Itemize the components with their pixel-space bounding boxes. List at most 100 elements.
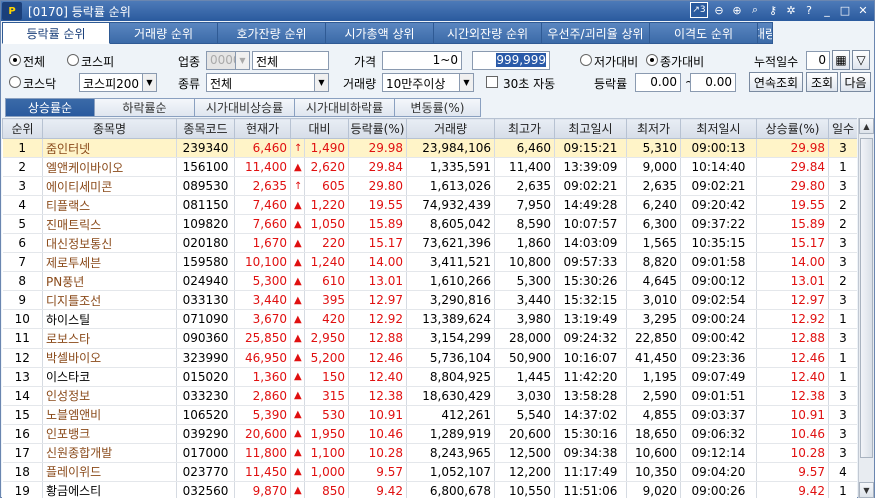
close-icon[interactable]: ✕ <box>856 2 870 18</box>
col-price[interactable]: 현재가 <box>234 118 291 139</box>
col-code[interactable]: 종목코드 <box>176 118 235 139</box>
table-row[interactable]: 15 노블엠앤비 106520 5,390 ▲ 530 10.91 412,261 5,540 1… <box>2 405 857 425</box>
col-volume[interactable]: 거래량 <box>406 118 495 139</box>
table-row[interactable]: 18 플레이위드 023770 11,450 ▲ 1,000 9.57 1,052,107 12… <box>2 462 857 482</box>
change-from-field[interactable]: 0.00 <box>635 73 681 92</box>
close-compare-radio[interactable] <box>646 54 658 66</box>
tab-preferred[interactable]: 우선주/괴리율 상위 <box>542 22 650 44</box>
table-row[interactable]: 5 진매트릭스 109820 7,660 ▲ 1,050 15.89 8,605,042 8,5… <box>2 214 857 235</box>
table-row[interactable]: 12 박셀바이오 323990 46,950 ▲ 5,200 12.46 5,736,104 5… <box>2 348 857 368</box>
help-icon[interactable]: ? <box>802 2 816 18</box>
continuous-query-button[interactable]: 연속조회 <box>749 72 803 92</box>
col-low-time[interactable]: 최저일시 <box>680 118 757 139</box>
tab-after-hours[interactable]: 시간외잔량 순위 <box>434 22 542 44</box>
market-kospi-radio[interactable] <box>67 54 79 66</box>
calendar-icon[interactable]: ▦ <box>832 50 850 70</box>
col-change[interactable]: 등락률(%) <box>348 118 407 139</box>
col-name[interactable]: 종목명 <box>42 118 177 139</box>
table-row[interactable]: 17 신원종합개발 017000 11,800 ▲ 1,100 10.28 8,243,965… <box>2 443 857 463</box>
tab-rise-rate[interactable]: 상승률순 <box>5 98 95 117</box>
tab-bulk[interactable]: 대량 <box>758 22 773 44</box>
volume-select[interactable]: 10만주이상 ▼ <box>382 73 474 92</box>
col-rank[interactable]: 순위 <box>2 118 43 139</box>
table-row[interactable]: 1 줌인터넷 239340 6,460 ↑ 1,490 29.98 23,984,106 6,4… <box>2 138 857 159</box>
col-diff[interactable]: 대비 <box>290 118 349 139</box>
col-low[interactable]: 최저가 <box>626 118 681 139</box>
table-cell: 1,289,919 <box>406 424 495 444</box>
snowflake-icon[interactable]: ✲ <box>784 2 798 18</box>
table-row[interactable]: 10 하이스틸 071090 3,670 ▲ 420 12.92 13,389,624 3,98… <box>2 309 857 330</box>
minimize-icon[interactable]: _ <box>820 2 834 18</box>
table-row[interactable]: 13 이스타코 015020 1,360 ▲ 150 12.40 8,804,925 1,445… <box>2 367 857 387</box>
market-kosdaq-radio[interactable] <box>9 76 21 88</box>
tab-fall-rate[interactable]: 하락률순 <box>95 98 195 117</box>
tab-volume[interactable]: 거래량 순위 <box>110 22 218 44</box>
table-cell: 1,613,026 <box>406 176 495 197</box>
table-row[interactable]: 11 로보스타 090360 25,850 ▲ 2,950 12.88 3,154,299 28… <box>2 328 857 349</box>
table-cell: 09:06:32 <box>680 424 757 444</box>
table-row[interactable]: 6 대신정보통신 020180 1,670 ▲ 220 15.17 73,621,396 1,8… <box>2 233 857 254</box>
tab-open-rise[interactable]: 시가대비상승률 <box>195 98 295 117</box>
table-cell: 14.00 <box>348 252 407 273</box>
table-row[interactable]: 4 티플랙스 081150 7,460 ▲ 1,220 19.55 74,932,439 7,9… <box>2 195 857 216</box>
scroll-thumb[interactable] <box>860 138 873 458</box>
change-to-field[interactable]: 0.00 <box>690 73 736 92</box>
col-high[interactable]: 최고가 <box>494 118 555 139</box>
col-high-time[interactable]: 최고일시 <box>554 118 627 139</box>
zoom-out-icon[interactable]: ⊖ <box>712 2 726 18</box>
col-days[interactable]: 일수 <box>828 118 857 139</box>
change-rate-label: 등락률 <box>594 77 628 91</box>
maximize-icon[interactable]: □ <box>838 2 852 18</box>
low-compare-radio[interactable] <box>580 54 592 66</box>
table-cell: 2 <box>828 214 857 235</box>
table-cell: 6,460 <box>234 138 291 159</box>
col-rise[interactable]: 상승률(%) <box>756 118 829 139</box>
scroll-up-icon[interactable]: ▲ <box>859 118 874 134</box>
magnify-icon[interactable]: ⌕ <box>748 2 762 18</box>
auto-refresh-checkbox[interactable] <box>486 76 498 88</box>
table-cell: 10,350 <box>626 462 681 482</box>
tab-volatility[interactable]: 변동률(%) <box>395 98 481 117</box>
table-row[interactable]: 7 제로투세븐 159580 10,100 ▲ 1,240 14.00 3,411,521 10… <box>2 252 857 273</box>
table-row[interactable]: 19 황금에스티 032560 9,870 ▲ 850 9.42 6,800,678 10,55… <box>2 481 857 498</box>
tab-disparity[interactable]: 이격도 순위 <box>650 22 758 44</box>
cum-days-field[interactable]: 0 <box>806 51 830 70</box>
price-from-field[interactable]: 1~0 <box>382 51 462 70</box>
tab-open-fall[interactable]: 시가대비하락률 <box>295 98 395 117</box>
market-all-radio[interactable] <box>9 54 21 66</box>
filter-icon[interactable]: ▽ <box>852 50 870 70</box>
table-cell: 15 <box>2 405 43 425</box>
table-row[interactable]: 16 인포뱅크 039290 20,600 ▲ 1,950 10.46 1,289,919 20… <box>2 424 857 444</box>
tab-market-cap[interactable]: 시가총액 상위 <box>326 22 434 44</box>
table-row[interactable]: 14 인성정보 033230 2,860 ▲ 315 12.38 18,630,429 3,03… <box>2 386 857 406</box>
zoom-in-icon[interactable]: ⊕ <box>730 2 744 18</box>
tab-order-balance[interactable]: 호가잔량 순위 <box>218 22 326 44</box>
table-cell: 티플랙스 <box>42 195 177 216</box>
table-cell: 7 <box>2 252 43 273</box>
table-cell: 1,360 <box>234 367 291 387</box>
query-button[interactable]: 조회 <box>806 72 838 92</box>
page-box-icon[interactable]: ↗ 3 <box>690 2 708 18</box>
price-to-field[interactable]: 999,999 <box>472 51 550 70</box>
next-button[interactable]: 다음 <box>840 72 871 92</box>
table-cell: 3 <box>828 252 857 273</box>
table-cell: 5,540 <box>494 405 555 425</box>
table-cell: 10:14:40 <box>680 157 757 178</box>
vertical-scrollbar[interactable]: ▲ ▼ <box>858 118 874 498</box>
up-arrow-icon: ▲ <box>290 309 305 330</box>
table-cell: 12.38 <box>756 386 829 406</box>
table-row[interactable]: 8 PN풍년 024940 5,300 ▲ 610 13.01 1,610,266 5,300 1… <box>2 271 857 292</box>
tab-change-rate[interactable]: 등락률 순위 <box>2 22 110 44</box>
table-cell: 3,440 <box>494 290 555 311</box>
industry-name-field[interactable]: 전체 <box>252 51 329 70</box>
table-cell: 1,052,107 <box>406 462 495 482</box>
scroll-down-icon[interactable]: ▼ <box>859 482 874 498</box>
table-row[interactable]: 9 디지틀조선 033130 3,440 ▲ 395 12.97 3,290,816 3,440… <box>2 290 857 311</box>
index-select[interactable]: 코스피200 ▼ <box>79 73 157 92</box>
table-row[interactable]: 2 엘앤케이바이오 156100 11,400 ▲ 2,620 29.84 1,335,591… <box>2 157 857 178</box>
industry-code-field[interactable]: 0000 ▼ <box>206 51 250 70</box>
table-cell: 09:02:21 <box>554 176 627 197</box>
table-row[interactable]: 3 에이티세미콘 089530 2,635 ↑ 605 29.80 1,613,026 2,63… <box>2 176 857 197</box>
type-select[interactable]: 전체 ▼ <box>206 73 329 92</box>
key-icon[interactable]: ⚷ <box>766 2 780 18</box>
